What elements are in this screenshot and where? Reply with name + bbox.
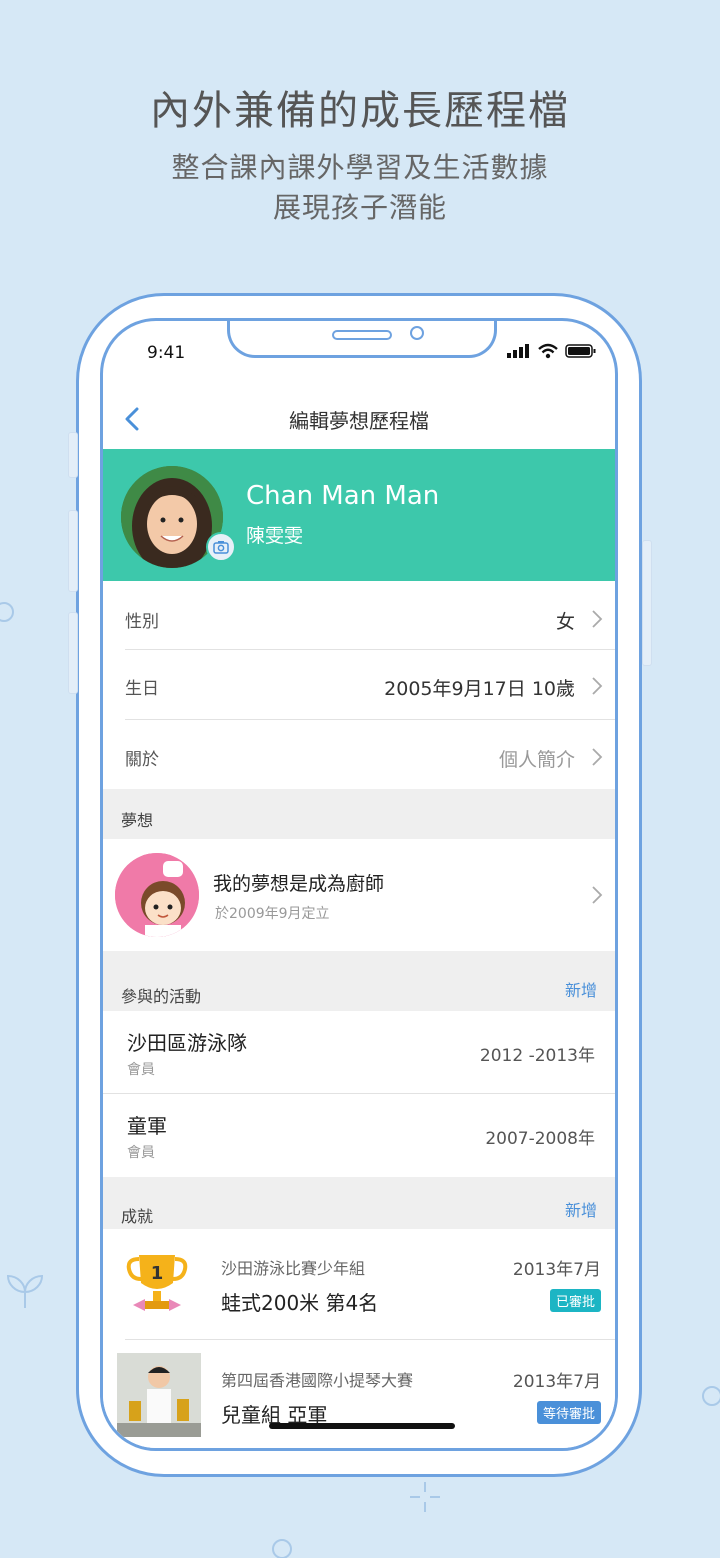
field-value: 個人簡介 <box>498 749 575 771</box>
field-label: 性別 <box>125 612 159 632</box>
chevron-right-icon <box>592 610 603 628</box>
divider <box>125 1339 615 1340</box>
achievement-photo <box>117 1353 201 1437</box>
field-label: 生日 <box>125 679 159 699</box>
promo-subtitle-line1: 整合課內課外學習及生活數據 <box>171 151 549 184</box>
phone-side-button <box>68 510 78 592</box>
divider <box>125 649 615 650</box>
activity-role: 會員 <box>127 1062 155 1078</box>
field-value: 女 <box>555 611 575 633</box>
svg-text:1: 1 <box>151 1263 164 1284</box>
dream-image <box>115 853 199 937</box>
phone-side-button <box>642 540 652 666</box>
dream-title: 我的夢想是成為廚師 <box>213 873 385 895</box>
activity-item[interactable]: 沙田區游泳隊 會員 2012 -2013年 <box>103 1011 615 1093</box>
achievement-date: 2013年7月 <box>512 1372 601 1392</box>
activity-item[interactable]: 童軍 會員 2007-2008年 <box>103 1094 615 1176</box>
profile-header: Chan Man Man 陳雯雯 <box>103 449 615 581</box>
phone-screen: 9:41 編輯夢想歷程檔 Chan Man Man 陳雯雯 性別 女 生日 20… <box>100 318 618 1451</box>
field-label: 關於 <box>125 750 159 770</box>
section-header-dream: 夢想 <box>103 789 615 839</box>
phone-side-button <box>68 612 78 694</box>
status-badge: 等待審批 <box>536 1401 601 1424</box>
divider <box>125 719 615 720</box>
achievement-item[interactable]: 1 沙田游泳比賽少年組 蛙式200米 第4名 2013年7月 已審批 <box>103 1229 615 1341</box>
achievement-item[interactable]: 第四屆香港國際小提琴大賽 兒童組 亞軍 2013年7月 等待審批 <box>103 1341 615 1448</box>
page-title: 編輯夢想歷程檔 <box>289 409 429 433</box>
section-title: 成就 <box>121 1207 154 1226</box>
section-header-achievements: 成就 新增 <box>103 1177 615 1229</box>
activity-name: 沙田區游泳隊 <box>127 1031 247 1055</box>
add-achievement-button[interactable]: 新增 <box>565 1197 597 1221</box>
wifi-icon <box>538 343 558 359</box>
section-title: 參與的活動 <box>121 987 202 1006</box>
field-value: 2005年9月17日 10歲 <box>384 678 575 700</box>
activity-name: 童軍 <box>127 1114 167 1138</box>
activity-years: 2007-2008年 <box>485 1129 595 1149</box>
chevron-right-icon <box>592 748 603 766</box>
add-activity-button[interactable]: 新增 <box>565 977 597 1001</box>
decor-circle <box>0 602 14 622</box>
profile-name: Chan Man Man <box>246 481 440 511</box>
promo-subtitle-line2: 展現孩子潛能 <box>272 191 447 224</box>
phone-side-button <box>68 432 78 478</box>
dream-date: 於2009年9月定立 <box>215 906 330 922</box>
phone-notch <box>227 321 497 358</box>
chef-illustration <box>115 853 199 937</box>
field-row-birthday[interactable]: 生日 2005年9月17日 10歲 <box>103 652 615 720</box>
trophy-icon: 1 <box>126 1255 188 1311</box>
signal-icon <box>507 344 529 358</box>
status-icons <box>507 343 597 359</box>
promo-headline: 內外兼備的成長歷程檔 <box>150 88 570 134</box>
home-indicator[interactable] <box>269 1423 455 1429</box>
chevron-right-icon <box>592 677 603 695</box>
decor-sparkle <box>410 1482 440 1512</box>
field-row-about[interactable]: 關於 個人簡介 <box>103 723 615 791</box>
achievement-event: 第四屆香港國際小提琴大賽 <box>221 1371 414 1390</box>
profile-chinese-name: 陳雯雯 <box>246 525 304 547</box>
activity-role: 會員 <box>127 1145 155 1161</box>
achievement-date: 2013年7月 <box>512 1260 601 1280</box>
chevron-right-icon <box>592 886 603 904</box>
decor-leaf <box>6 1274 44 1308</box>
section-title: 夢想 <box>121 811 154 830</box>
front-camera <box>410 326 424 340</box>
dream-card[interactable]: 我的夢想是成為廚師 於2009年9月定立 <box>103 839 615 951</box>
status-time: 9:41 <box>147 343 186 363</box>
decor-circle <box>702 1386 720 1406</box>
camera-icon <box>213 541 229 554</box>
speaker-grille <box>332 330 392 340</box>
change-photo-button[interactable] <box>206 532 236 562</box>
nav-bar: 編輯夢想歷程檔 <box>103 391 615 447</box>
achievement-result: 蛙式200米 第4名 <box>221 1291 379 1315</box>
achievement-event: 沙田游泳比賽少年組 <box>221 1259 366 1278</box>
activity-years: 2012 -2013年 <box>479 1046 595 1066</box>
decor-circle <box>272 1539 292 1558</box>
field-row-gender[interactable]: 性別 女 <box>103 585 615 653</box>
status-badge: 已審批 <box>549 1289 601 1312</box>
section-header-activities: 參與的活動 新增 <box>103 951 615 1011</box>
battery-icon <box>565 344 596 358</box>
